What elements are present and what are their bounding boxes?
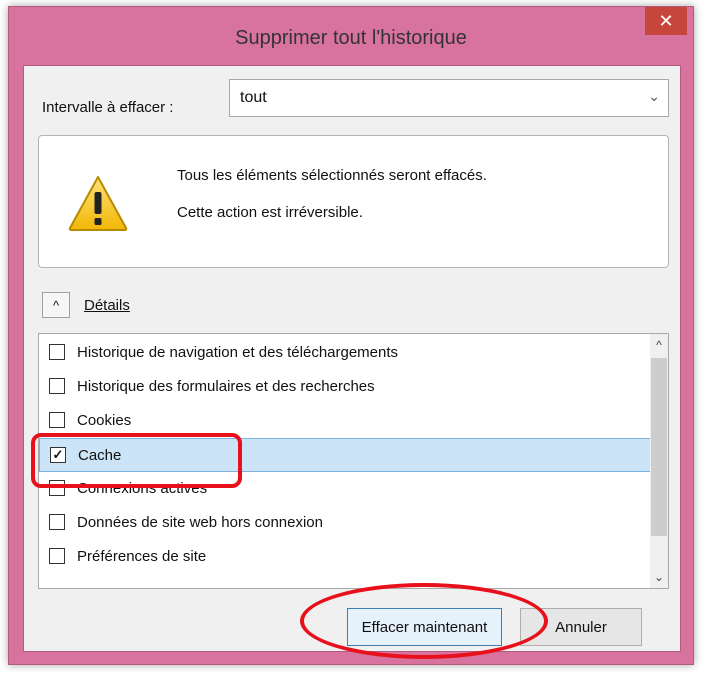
checkbox[interactable]	[49, 344, 65, 360]
close-button[interactable]: ✕	[645, 7, 687, 35]
clear-history-dialog: Supprimer tout l'historique ✕ Intervalle…	[8, 6, 694, 665]
cache-highlight-annotation	[31, 433, 242, 488]
details-label[interactable]: Détails	[84, 297, 130, 314]
close-icon: ✕	[658, 10, 674, 31]
warning-irreversible: Cette action est irréversible.	[177, 204, 363, 221]
checkbox[interactable]	[49, 412, 65, 428]
details-toggle-button[interactable]: ^	[42, 292, 70, 318]
checkbox[interactable]	[49, 548, 65, 564]
list-scrollbar[interactable]: ^ ⌄	[650, 334, 668, 588]
checkbox[interactable]	[49, 514, 65, 530]
dialog-title: Supprimer tout l'historique	[235, 27, 467, 49]
range-label: Intervalle à effacer :	[42, 99, 174, 116]
range-select-value: tout	[240, 89, 267, 106]
list-item[interactable]: Préférences de site	[39, 540, 651, 574]
chevron-up-icon: ^	[52, 297, 60, 313]
scroll-up-button[interactable]: ^	[650, 334, 668, 356]
list-item[interactable]: Historique des formulaires et des recher…	[39, 370, 651, 404]
chevron-down-icon: ⌄	[653, 570, 665, 584]
warning-icon	[68, 176, 128, 231]
dialog-content: Intervalle à effacer : tout ⌄ Tous les é…	[23, 65, 681, 652]
list-item[interactable]: Données de site web hors connexion	[39, 506, 651, 540]
chevron-down-icon: ⌄	[648, 88, 660, 104]
list-item[interactable]: Historique de navigation et des téléchar…	[39, 336, 651, 370]
scroll-down-button[interactable]: ⌄	[650, 566, 668, 588]
checkbox[interactable]	[49, 378, 65, 394]
title-bar: Supprimer tout l'historique ✕	[9, 7, 693, 65]
range-select[interactable]: tout ⌄	[229, 79, 669, 117]
clear-button-highlight-annotation	[300, 583, 548, 659]
warning-message: Tous les éléments sélectionnés seront ef…	[177, 167, 487, 184]
scroll-thumb[interactable]	[651, 358, 667, 536]
chevron-up-icon: ^	[656, 338, 662, 352]
warning-panel: Tous les éléments sélectionnés seront ef…	[38, 135, 669, 268]
